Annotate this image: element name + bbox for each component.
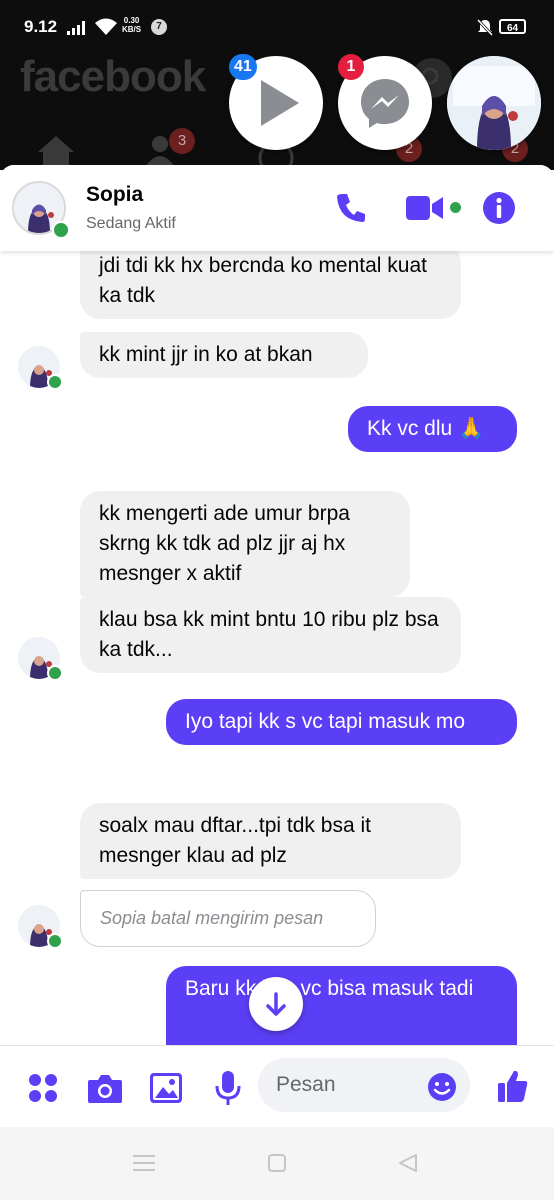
back-icon[interactable] — [398, 1153, 418, 1173]
arrow-down-icon — [266, 992, 286, 1016]
contact-chat-head[interactable] — [447, 56, 541, 150]
android-navigation-bar — [0, 1127, 554, 1200]
like-icon[interactable] — [497, 1068, 529, 1104]
message-incoming[interactable]: kk mengerti ade umur brpa skrng kk tdk a… — [80, 491, 410, 597]
menu-icon[interactable] — [133, 1154, 155, 1172]
message-outgoing[interactable]: Kk vc dlu 🙏 — [348, 406, 517, 452]
message-unsent[interactable]: Sopia batal mengirim pesan — [80, 890, 376, 947]
home-button-icon[interactable] — [268, 1154, 286, 1172]
message-composer — [0, 1045, 554, 1128]
gallery-icon[interactable] — [149, 1072, 183, 1104]
messenger-head-badge: 1 — [338, 54, 364, 80]
message-outgoing[interactable]: Iyo tapi kk s vc tapi masuk mo — [166, 699, 517, 745]
camera-icon[interactable] — [87, 1072, 123, 1104]
sender-active-dot — [47, 665, 63, 681]
emoji-icon[interactable] — [427, 1072, 457, 1102]
scroll-to-bottom-button[interactable] — [249, 977, 303, 1031]
notification-count: 7 — [151, 19, 167, 35]
sender-active-dot — [47, 933, 63, 949]
info-icon[interactable] — [482, 191, 516, 225]
chat-header: Sopia Sedang Aktif — [0, 165, 554, 251]
friends-badge: 3 — [169, 128, 195, 154]
battery-indicator: 64 — [499, 19, 526, 34]
facebook-logo: facebook — [20, 52, 206, 101]
contact-status: Sedang Aktif — [86, 215, 176, 232]
more-actions-icon[interactable] — [27, 1072, 59, 1104]
contact-name[interactable]: Sopia — [86, 183, 143, 207]
message-incoming[interactable]: jdi tdi kk hx bercnda ko mental kuat ka … — [80, 243, 461, 319]
home-icon[interactable] — [36, 134, 76, 166]
video-active-dot — [450, 202, 461, 213]
video-head-badge: 41 — [229, 54, 257, 80]
chat-panel: Sopia Sedang Aktif jdi tdi kk hx bercnda… — [0, 165, 554, 1045]
message-incoming[interactable]: kk mint jjr in ko at bkan — [80, 332, 368, 378]
message-incoming[interactable]: klau bsa kk mint bntu 10 ribu plz bsa ka… — [80, 597, 461, 673]
contact-photo — [447, 56, 541, 150]
message-outgoing[interactable]: Baru kk ja s vc bisa masuk tadi — [166, 966, 517, 1045]
mute-icon — [476, 18, 494, 36]
active-status-dot — [52, 221, 70, 239]
message-incoming[interactable]: soalx mau dftar...tpi tdk bsa it mesnger… — [80, 803, 461, 879]
microphone-icon[interactable] — [213, 1070, 243, 1106]
signal-icon — [67, 21, 89, 35]
status-time: 9.12 — [24, 17, 58, 36]
wifi-icon — [95, 18, 117, 35]
phone-icon[interactable] — [334, 191, 368, 225]
video-call-icon[interactable] — [405, 194, 445, 222]
sender-active-dot — [47, 374, 63, 390]
network-speed: 0.30 KB/S — [122, 16, 142, 34]
